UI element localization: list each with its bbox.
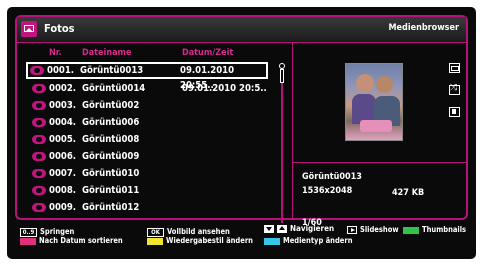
vertical-divider — [292, 42, 293, 218]
main-panel: Fotos Medienbrowser Nr. Dateiname Datum/… — [15, 15, 468, 228]
scrollbar-thumb[interactable] — [277, 63, 287, 83]
image-file-icon — [30, 66, 44, 75]
file-list: 0001. Görüntü0013 09.01.2010 20:55.. 000… — [26, 62, 269, 216]
row-number: 0005. — [49, 134, 77, 145]
image-file-icon — [32, 186, 46, 195]
legend-sort-date-label: Nach Datum sortieren — [39, 236, 123, 245]
image-file-icon — [32, 101, 46, 110]
legend-sort-date: Nach Datum sortieren — [20, 236, 123, 245]
image-file-icon — [32, 169, 46, 178]
file-row-selected[interactable]: 0001. Görüntü0013 09.01.2010 20:55.. — [26, 62, 268, 91]
legend-navigate: Navigieren — [264, 224, 334, 233]
loop-icon[interactable] — [449, 63, 460, 73]
image-file-icon — [32, 135, 46, 144]
green-key-icon — [403, 226, 419, 234]
row-filename: Görüntü008 — [82, 134, 140, 145]
info-resolution: 1536x2048 — [302, 186, 353, 196]
legend-media-type-label: Medientyp ändern — [283, 236, 353, 245]
play-icon — [347, 226, 357, 234]
row-filename: Görüntü006 — [82, 117, 140, 128]
row-filename: Görüntü012 — [82, 202, 140, 213]
red-key-icon — [20, 237, 36, 245]
column-header-datetime: Datum/Zeit — [182, 48, 234, 58]
row-datetime: 09.01.2010 20:5.. — [182, 83, 267, 94]
legend-thumbnails: Thumbnails — [403, 225, 466, 234]
legend-media-type: Medientyp ändern — [264, 236, 353, 245]
shuffle-icon[interactable] — [449, 83, 460, 95]
legend-fullscreen-label: Vollbild ansehen — [167, 227, 230, 236]
row-filename: Görüntü0014 — [82, 83, 146, 94]
row-number: 0002. — [49, 83, 77, 94]
yellow-key-icon — [147, 237, 163, 245]
legend-slideshow-label: Slideshow — [360, 225, 399, 234]
horizontal-divider — [292, 162, 466, 163]
row-filename: Görüntü0013 — [80, 65, 144, 76]
image-file-icon — [32, 152, 46, 161]
cyan-key-icon — [264, 237, 280, 245]
file-row[interactable]: 0003. Görüntü002 — [29, 97, 269, 114]
row-filename: Görüntü011 — [82, 185, 140, 196]
image-file-icon — [32, 203, 46, 212]
row-filename: Görüntü002 — [82, 100, 140, 111]
image-file-icon — [32, 84, 46, 93]
row-number: 0003. — [49, 100, 77, 111]
image-file-icon — [32, 118, 46, 127]
title-bar: Fotos Medienbrowser — [17, 17, 466, 43]
legend-slideshow: Slideshow — [347, 225, 399, 234]
row-number: 0004. — [49, 117, 77, 128]
legend-jump-label: Springen — [40, 227, 75, 236]
photo-app-icon — [21, 21, 37, 37]
row-number: 0008. — [49, 185, 77, 196]
stop-icon[interactable] — [449, 107, 460, 117]
row-number: 0009. — [49, 202, 77, 213]
media-browser-window: Fotos Medienbrowser Nr. Dateiname Datum/… — [7, 7, 476, 259]
legend-navigate-label: Navigieren — [290, 224, 335, 233]
file-row[interactable]: 0004. Görüntü006 — [29, 114, 269, 131]
page-title: Fotos — [44, 22, 75, 35]
file-row[interactable]: 0007. Görüntü010 — [29, 165, 269, 182]
file-row[interactable]: 0002. Görüntü0014 09.01.2010 20:5.. — [29, 80, 269, 97]
row-number: 0001. — [47, 65, 75, 76]
photo-preview — [345, 63, 403, 141]
scrollbar-track[interactable] — [281, 63, 283, 223]
file-row[interactable]: 0005. Görüntü008 — [29, 131, 269, 148]
file-row[interactable]: 0008. Görüntü011 — [29, 182, 269, 199]
app-name: Medienbrowser — [388, 23, 459, 33]
file-row[interactable]: 0006. Görüntü009 — [29, 148, 269, 165]
legend-thumbnails-label: Thumbnails — [422, 225, 467, 234]
info-filesize: 427 KB — [392, 188, 425, 198]
legend-change-style: Wiedergabestil ändern — [147, 236, 253, 245]
row-filename: Görüntü010 — [82, 168, 140, 179]
button-legend: 0..9 Springen Nach Datum sortieren OK Voll… — [7, 219, 476, 259]
arrow-up-icon — [277, 224, 287, 233]
legend-change-style-label: Wiedergabestil ändern — [166, 236, 253, 245]
column-header-nr: Nr. — [49, 48, 62, 58]
column-header-filename: Dateiname — [82, 48, 132, 58]
row-number: 0007. — [49, 168, 77, 179]
file-row[interactable]: 0009. Görüntü012 — [29, 199, 269, 216]
row-number: 0006. — [49, 151, 77, 162]
row-filename: Görüntü009 — [82, 151, 140, 162]
info-filename: Görüntü0013 — [302, 172, 362, 182]
arrow-down-icon — [264, 224, 274, 233]
